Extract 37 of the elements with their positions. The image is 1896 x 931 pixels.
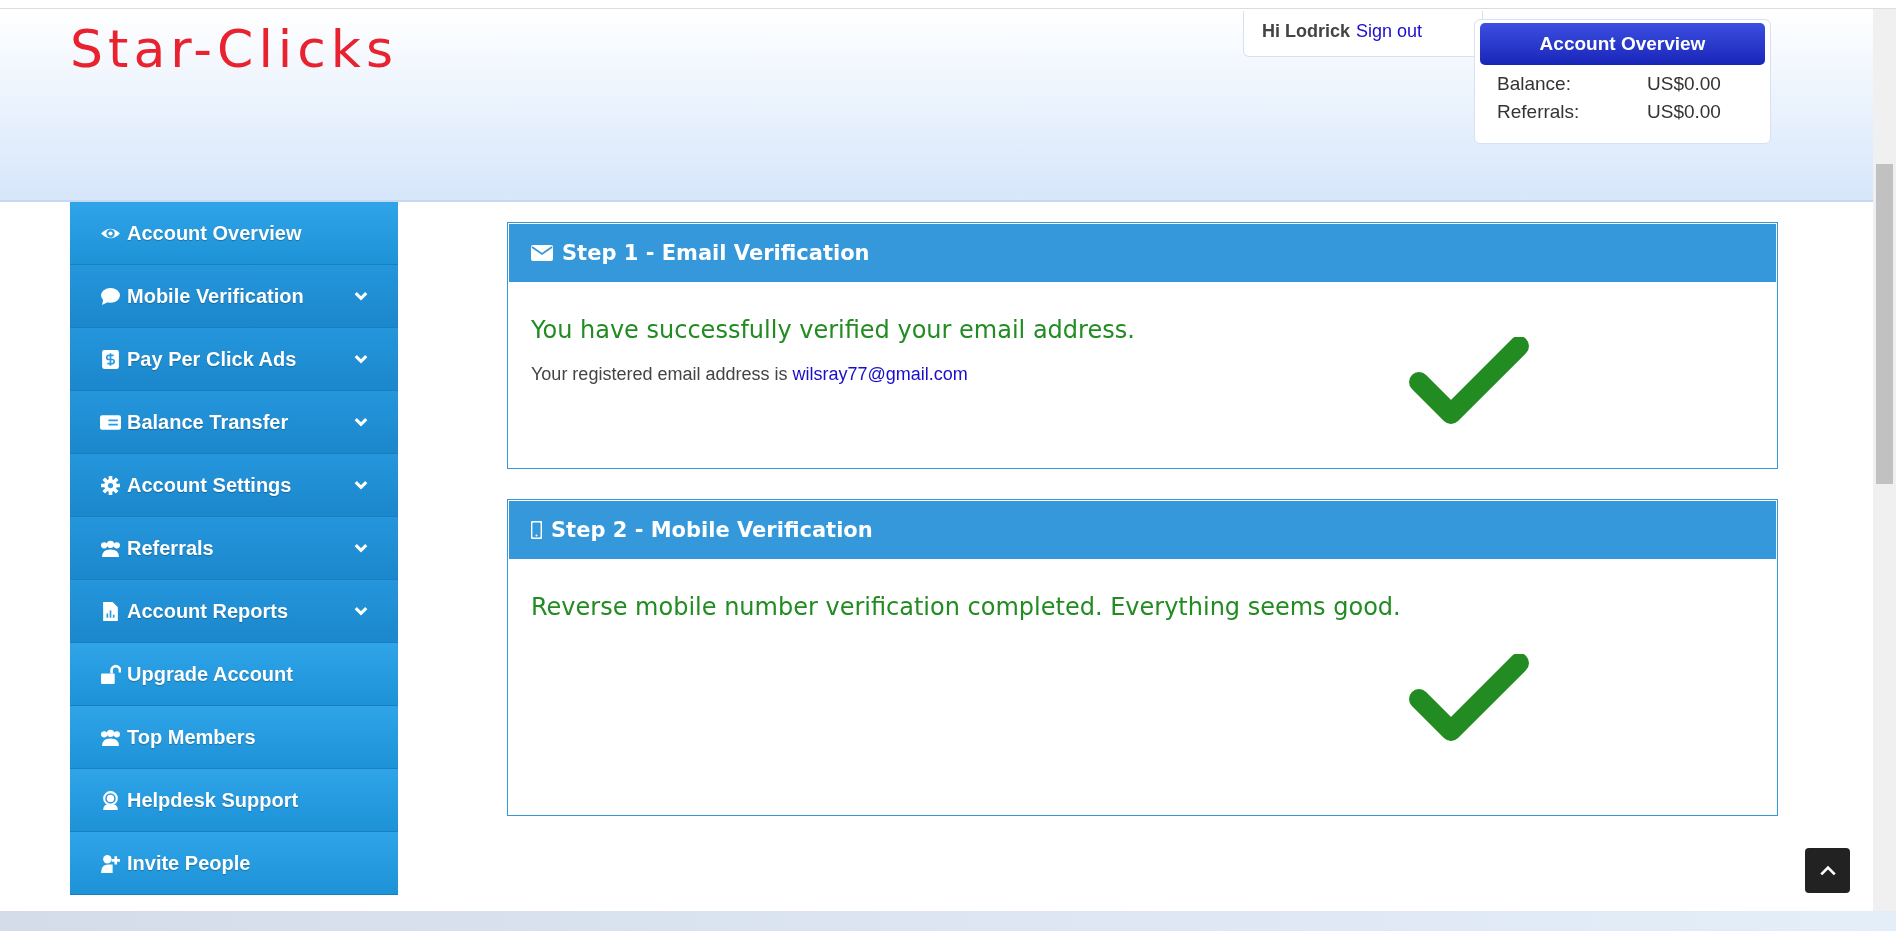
balance-label: Referrals: <box>1497 101 1581 123</box>
sidebar-item[interactable]: Account Reports <box>70 580 398 643</box>
balance-value: US$0.00 <box>1647 101 1722 123</box>
account-overview-button[interactable]: Account Overview <box>1480 23 1765 65</box>
panel-title: Step 2 - Mobile Verification <box>551 518 873 542</box>
mobile-phone-icon <box>531 521 542 539</box>
sidebar-item[interactable]: Top Members <box>70 706 398 769</box>
email-link[interactable]: wilsray77@gmail.com <box>792 364 968 384</box>
menu-icon <box>100 285 121 307</box>
sidebar-item[interactable]: Balance Transfer <box>70 391 398 454</box>
scrollbar[interactable] <box>1873 9 1896 911</box>
menu-icon <box>100 852 121 874</box>
sidebar-item[interactable]: Account Overview <box>70 202 398 265</box>
balance-value: US$0.00 <box>1647 73 1722 95</box>
chevron-up-icon <box>1818 864 1837 877</box>
menu-icon <box>100 789 121 811</box>
envelope-icon <box>531 245 553 261</box>
sidebar-item[interactable]: Invite People <box>70 832 398 895</box>
sidebar-item[interactable]: Referrals <box>70 517 398 580</box>
balance-label: Balance: <box>1497 73 1572 95</box>
sidebar-item[interactable]: Upgrade Account <box>70 643 398 706</box>
menu-icon <box>100 474 121 496</box>
sign-out-link[interactable]: Sign out <box>1356 21 1423 41</box>
menu-icon <box>100 348 121 370</box>
email-detail-text: Your registered email address is wilsray77@gmail.com <box>531 364 969 385</box>
menu-icon <box>100 600 121 622</box>
site-logo[interactable]: Star-Clicks <box>70 19 399 79</box>
sidebar-item[interactable]: Helpdesk Support <box>70 769 398 832</box>
back-to-top-button[interactable] <box>1805 848 1850 893</box>
sidebar-item[interactable]: Pay Per Click Ads <box>70 328 398 391</box>
menu-icon <box>100 663 121 685</box>
success-message: You have successfully verified your email address. <box>531 316 1136 344</box>
greeting-text: Hi Lodrick <box>1262 21 1350 41</box>
success-message: Reverse mobile number verification completed. Everything seems good. <box>531 593 1402 621</box>
panel-title: Step 1 - Email Verification <box>562 241 870 265</box>
sidebar-item[interactable]: Account Settings <box>70 454 398 517</box>
sidebar-item[interactable]: Mobile Verification <box>70 265 398 328</box>
